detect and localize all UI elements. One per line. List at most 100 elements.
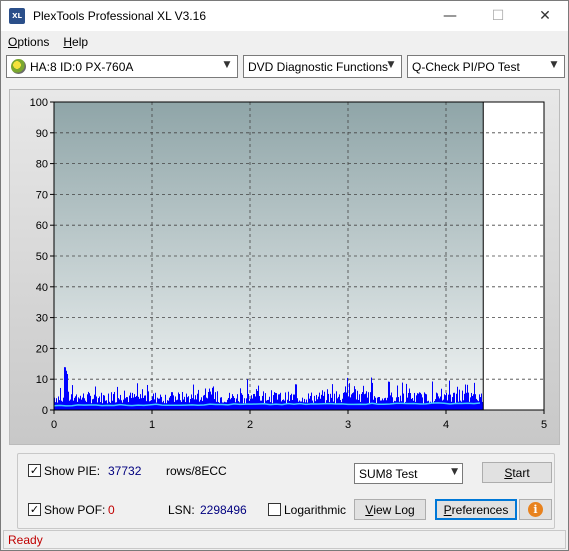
pie-bar — [68, 391, 69, 410]
pie-bar — [102, 403, 103, 410]
pie-bar — [459, 389, 460, 410]
pie-bar — [185, 402, 186, 410]
preferences-label: references — [451, 502, 509, 517]
pie-bar — [354, 386, 355, 410]
pof-value: 0 — [108, 503, 115, 517]
pie-bar — [117, 386, 118, 410]
pie-bar — [134, 394, 135, 410]
pie-bar — [204, 394, 205, 410]
pie-bar — [383, 400, 384, 410]
pie-bar — [336, 391, 337, 410]
y-tick-label: 10 — [36, 374, 48, 386]
y-tick-label: 50 — [36, 251, 48, 263]
pie-bar — [454, 392, 455, 410]
pie-bar — [464, 393, 465, 410]
pie-bar — [188, 396, 189, 410]
pie-bar — [189, 402, 190, 410]
pie-bar — [360, 401, 361, 410]
pie-bar — [471, 392, 472, 410]
pie-bar — [212, 387, 213, 410]
pie-bar — [107, 403, 108, 410]
pie-bar — [161, 396, 162, 410]
pie-bar — [130, 392, 131, 410]
minimize-button[interactable]: — — [427, 1, 473, 31]
chevron-down-icon: ▼ — [550, 60, 558, 70]
pie-bar — [103, 395, 104, 410]
pie-bar — [217, 391, 218, 410]
pie-bar — [346, 392, 347, 410]
pie-bar — [229, 392, 230, 410]
pie-bar — [145, 395, 146, 410]
pie-bar — [198, 389, 199, 410]
pie-bar — [213, 386, 214, 410]
pie-bar — [58, 396, 59, 410]
preferences-button[interactable]: Preferences — [435, 499, 517, 520]
start-button[interactable]: Start — [482, 462, 552, 483]
pie-bar — [316, 394, 317, 410]
pie-bar — [326, 400, 327, 410]
pie-bar — [275, 392, 276, 410]
pie-bar — [222, 402, 223, 410]
pie-bar — [442, 400, 443, 410]
pie-bar — [94, 394, 95, 410]
chevron-down-icon: ▼ — [223, 60, 231, 70]
pie-bar — [179, 394, 180, 410]
view-log-button[interactable]: View Log — [354, 499, 426, 520]
pie-bar — [224, 401, 225, 410]
chevron-down-icon: ▼ — [451, 467, 458, 477]
pie-bar — [216, 401, 217, 410]
pie-bar — [170, 395, 171, 410]
pie-bar — [417, 393, 418, 410]
pie-bar — [332, 384, 333, 410]
pie-bar — [475, 394, 476, 410]
sum-test-value: SUM8 Test — [359, 466, 418, 481]
pie-bar — [278, 394, 279, 410]
drive-select-value: HA:8 ID:0 PX-760A — [30, 59, 134, 74]
logarithmic-checkbox[interactable] — [268, 503, 281, 516]
info-icon: i — [528, 502, 543, 517]
pie-bar — [453, 392, 454, 410]
pie-bar — [348, 396, 349, 410]
pie-bar — [209, 388, 210, 410]
test-select[interactable]: Q-Check PI/PO Test ▼ — [407, 55, 565, 78]
pie-bar — [426, 394, 427, 410]
pie-bar — [371, 377, 372, 410]
info-button[interactable]: i — [519, 499, 552, 520]
sum-test-select[interactable]: SUM8 Test ▼ — [354, 463, 463, 484]
pie-bar — [473, 394, 474, 410]
pie-bar — [390, 395, 391, 410]
drive-select[interactable]: HA:8 ID:0 PX-760A ▼ — [6, 55, 238, 78]
pie-bar — [173, 395, 174, 410]
pie-bar — [66, 370, 67, 410]
pie-bar — [351, 394, 352, 410]
pie-bar — [421, 394, 422, 410]
pie-bar — [178, 392, 179, 410]
pie-bar — [139, 398, 140, 410]
pie-bar — [448, 394, 449, 410]
pie-bar — [395, 401, 396, 410]
maximize-button[interactable]: ☐ — [475, 1, 521, 31]
pie-bar — [95, 386, 96, 410]
y-tick-label: 80 — [36, 159, 48, 171]
pie-bar — [274, 392, 275, 410]
show-pie-checkbox[interactable]: ✓ — [28, 464, 41, 477]
pie-bar — [152, 396, 153, 410]
pie-bar — [114, 391, 115, 410]
pie-bar — [132, 392, 133, 410]
menu-options[interactable]: Options — [1, 35, 56, 49]
pie-bar — [153, 393, 154, 410]
close-button[interactable]: ✕ — [522, 1, 568, 31]
pie-bar — [381, 400, 382, 410]
pie-bar — [101, 392, 102, 410]
function-select[interactable]: DVD Diagnostic Functions ▼ — [243, 55, 402, 78]
menu-help[interactable]: Help — [56, 35, 95, 49]
pie-bar — [362, 392, 363, 410]
pie-bar — [265, 393, 266, 410]
pie-bar — [323, 395, 324, 410]
pie-bar — [210, 391, 211, 410]
show-pof-checkbox[interactable]: ✓ — [28, 503, 41, 516]
pie-bar — [444, 394, 445, 410]
pie-bar — [110, 402, 111, 410]
pie-bar — [225, 402, 226, 410]
pie-bar — [65, 367, 66, 410]
